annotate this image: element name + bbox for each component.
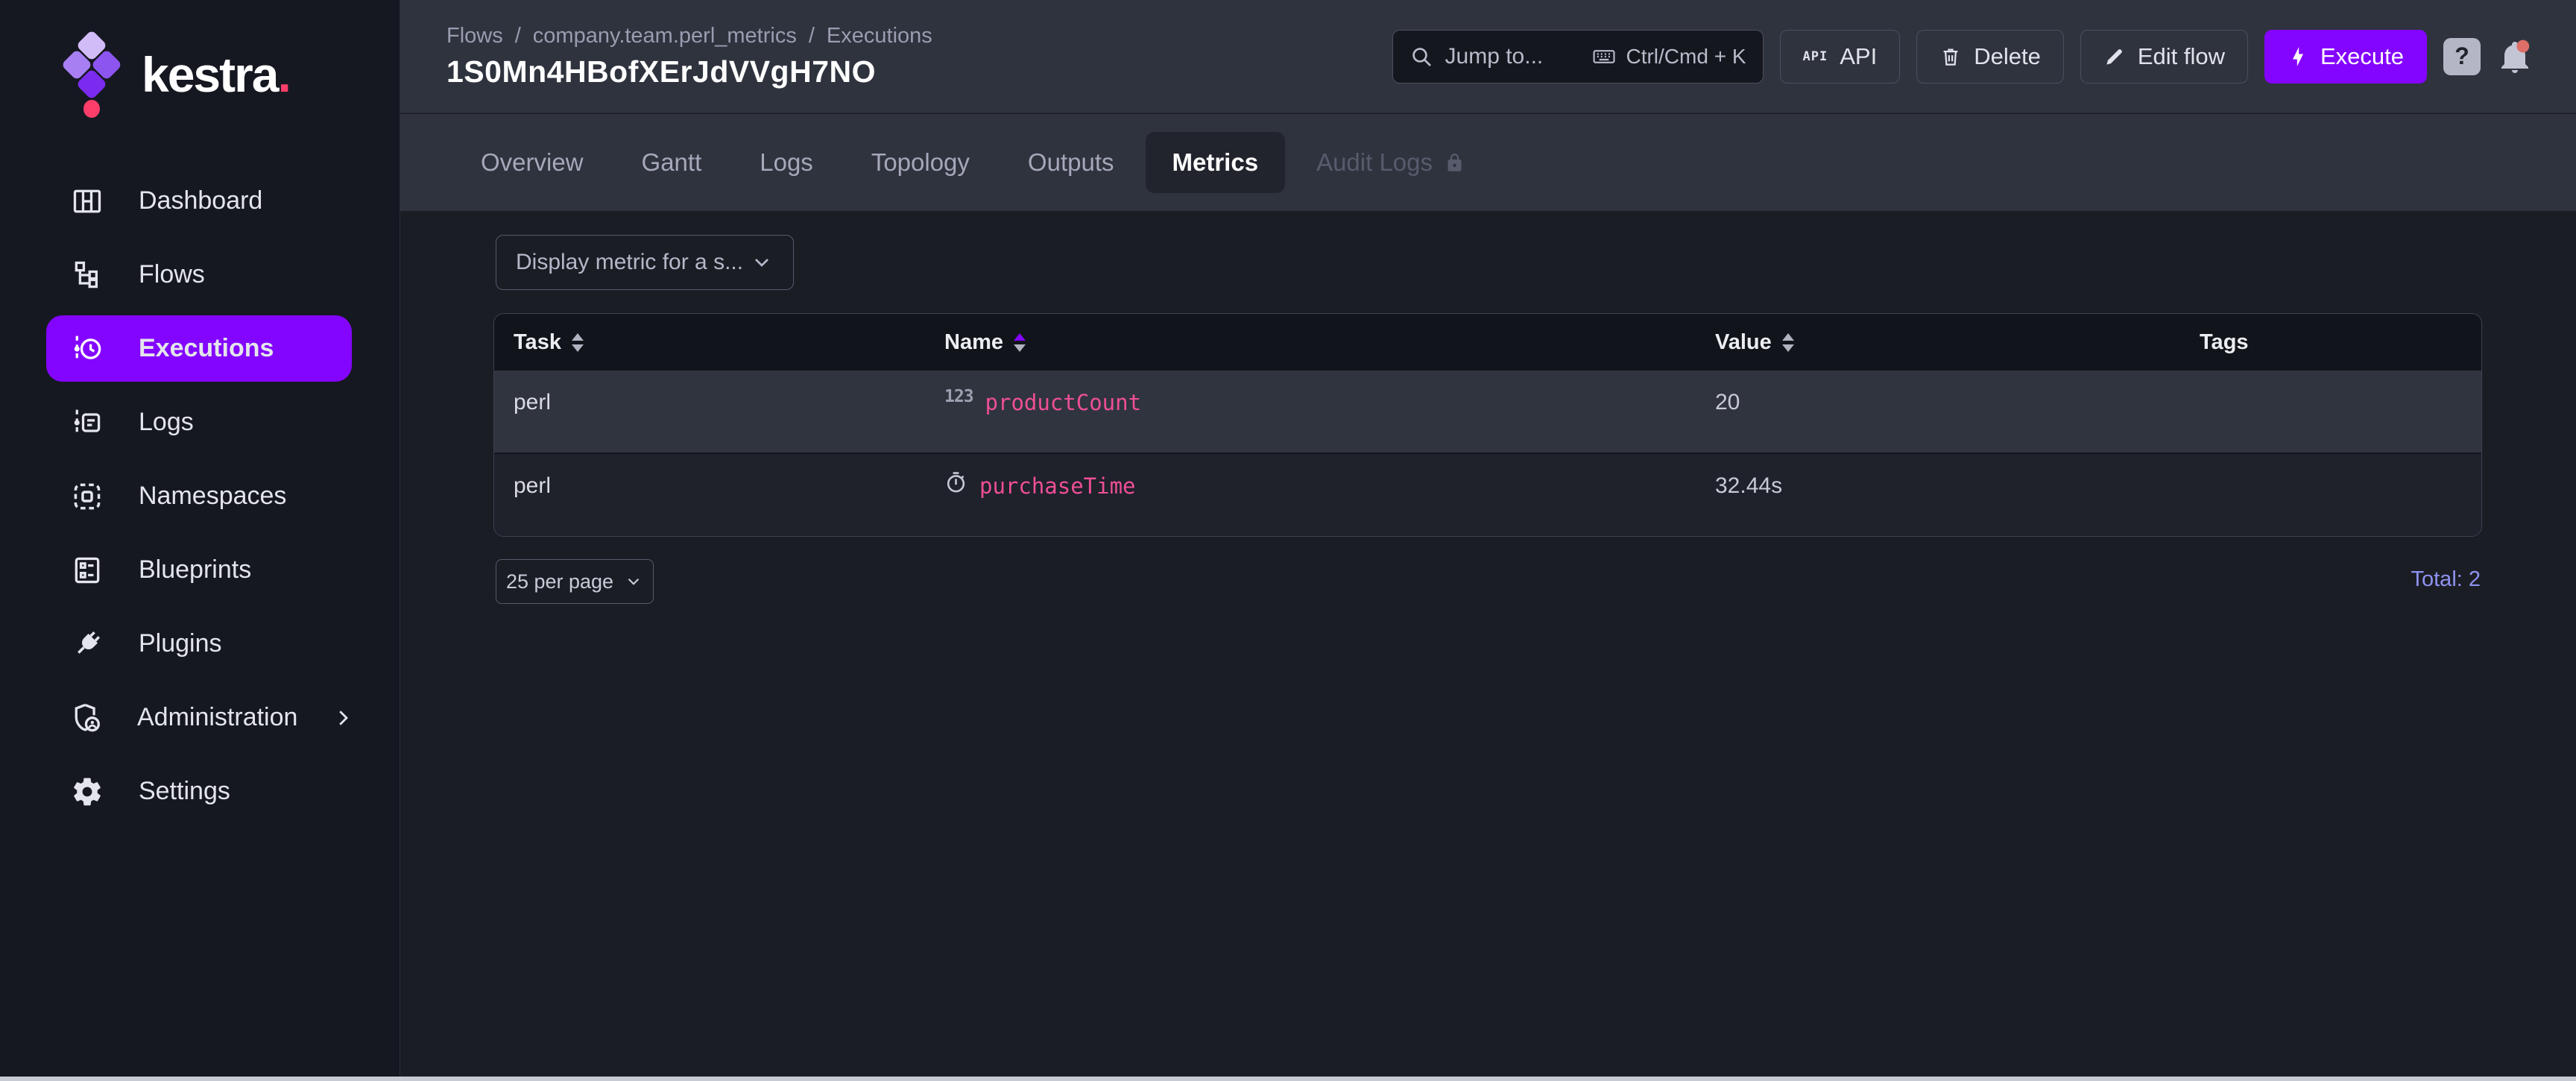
- delete-button[interactable]: Delete: [1916, 30, 2064, 83]
- sidebar-item-label: Settings: [139, 777, 230, 806]
- pencil-icon: [2103, 45, 2126, 68]
- column-header-tags: Tags: [2200, 330, 2249, 355]
- sort-value-button[interactable]: [1782, 333, 1794, 352]
- value-cell: 32.44s: [1715, 454, 2200, 536]
- execution-tabs: Overview Gantt Logs Topology Outputs Met…: [400, 114, 2576, 211]
- tab-audit-logs: Audit Logs: [1289, 132, 1491, 193]
- tab-logs[interactable]: Logs: [733, 132, 840, 193]
- metric-filter-select[interactable]: Display metric for a s...: [496, 235, 794, 290]
- jump-to-shortcut: Ctrl/Cmd + K: [1626, 45, 1746, 69]
- sidebar-item-administration[interactable]: Administration: [0, 681, 400, 754]
- administration-icon: [70, 701, 103, 735]
- topbar: Flows / company.team.perl_metrics / Exec…: [400, 0, 2576, 113]
- blueprints-icon: [70, 553, 104, 587]
- sidebar-item-logs[interactable]: Logs: [0, 385, 400, 459]
- tab-metrics[interactable]: Metrics: [1146, 132, 1286, 193]
- column-header-task: Task: [514, 330, 561, 355]
- chevron-down-icon: [750, 250, 774, 274]
- api-icon: API: [1803, 49, 1828, 64]
- sidebar-item-flows[interactable]: Flows: [0, 238, 400, 312]
- notification-dot: [2516, 40, 2529, 52]
- sidebar-item-label: Executions: [139, 334, 274, 363]
- sidebar: kestra. Dashboard Flows: [0, 0, 400, 1081]
- numeric-123-icon: 123: [944, 387, 973, 406]
- sidebar-item-executions[interactable]: Executions: [0, 312, 400, 385]
- sidebar-item-settings[interactable]: Settings: [0, 754, 400, 828]
- per-page-select[interactable]: 25 per page: [496, 559, 654, 604]
- lock-icon: [1445, 153, 1465, 173]
- column-header-value: Value: [1715, 330, 1772, 355]
- sort-name-button[interactable]: [1014, 333, 1026, 352]
- metrics-panel: Display metric for a s... Task Name Valu…: [400, 211, 2576, 1081]
- sidebar-item-blueprints[interactable]: Blueprints: [0, 533, 400, 607]
- task-cell: perl: [494, 454, 944, 536]
- total-count: Total: 2: [2411, 567, 2481, 592]
- breadcrumb: Flows / company.team.perl_metrics / Exec…: [446, 24, 932, 48]
- bell-icon: [2497, 37, 2533, 76]
- executions-icon: [70, 332, 104, 366]
- dashboard-icon: [70, 184, 104, 218]
- sidebar-item-label: Administration: [137, 703, 297, 732]
- tags-cell: [2200, 454, 2481, 536]
- timer-icon: [944, 471, 967, 494]
- metric-name[interactable]: productCount: [985, 390, 1142, 415]
- sidebar-item-plugins[interactable]: Plugins: [0, 607, 400, 681]
- tags-cell: [2200, 371, 2481, 453]
- sidebar-item-dashboard[interactable]: Dashboard: [0, 164, 400, 238]
- kestra-logo-icon: [61, 30, 122, 119]
- sidebar-item-label: Logs: [139, 408, 194, 437]
- edit-flow-button[interactable]: Edit flow: [2080, 30, 2248, 83]
- table-row[interactable]: perl purchaseTime 32.44s: [494, 454, 2481, 536]
- sort-task-button[interactable]: [572, 333, 584, 352]
- column-header-name: Name: [944, 330, 1003, 355]
- execute-button[interactable]: Execute: [2264, 30, 2427, 83]
- flash-icon: [2288, 46, 2308, 67]
- kestra-logo[interactable]: kestra.: [0, 0, 400, 119]
- jump-to-placeholder: Jump to...: [1445, 44, 1544, 69]
- sidebar-item-label: Plugins: [139, 629, 222, 658]
- task-cell: perl: [494, 371, 944, 453]
- sidebar-item-label: Blueprints: [139, 555, 251, 584]
- metric-name[interactable]: purchaseTime: [979, 473, 1136, 499]
- logs-icon: [70, 406, 104, 440]
- trash-icon: [1939, 45, 1962, 68]
- metrics-table: Task Name Value Tags perl 123 productCou…: [493, 313, 2482, 537]
- sidebar-item-label: Namespaces: [139, 482, 286, 511]
- sidebar-item-label: Dashboard: [139, 186, 262, 215]
- keyboard-icon: [1591, 44, 1617, 69]
- breadcrumb-namespace-flow[interactable]: company.team.perl_metrics: [533, 24, 797, 48]
- kestra-logo-text: kestra.: [142, 46, 290, 103]
- namespaces-icon: [70, 479, 104, 514]
- breadcrumb-executions[interactable]: Executions: [827, 24, 932, 48]
- window-edge: [0, 1077, 2576, 1081]
- chevron-down-icon: [624, 572, 643, 591]
- tab-outputs[interactable]: Outputs: [1001, 132, 1141, 193]
- table-row[interactable]: perl 123 productCount 20: [494, 371, 2481, 454]
- sidebar-item-label: Flows: [139, 260, 205, 289]
- breadcrumb-flows[interactable]: Flows: [446, 24, 503, 48]
- tab-overview[interactable]: Overview: [454, 132, 610, 193]
- search-icon: [1409, 45, 1433, 69]
- notifications-button[interactable]: [2497, 37, 2533, 76]
- chevron-right-icon: [332, 707, 354, 729]
- help-button[interactable]: ?: [2443, 38, 2481, 75]
- sidebar-item-namespaces[interactable]: Namespaces: [0, 459, 400, 533]
- sidebar-nav: Dashboard Flows Executions: [0, 164, 400, 828]
- tab-gantt[interactable]: Gantt: [615, 132, 729, 193]
- gear-icon: [70, 775, 104, 809]
- jump-to-search-input[interactable]: Jump to... Ctrl/Cmd + K: [1392, 30, 1764, 83]
- plugins-icon: [70, 627, 104, 661]
- table-header-row: Task Name Value Tags: [494, 314, 2481, 371]
- api-button[interactable]: API API: [1780, 30, 1901, 83]
- flows-icon: [70, 258, 104, 292]
- tab-topology[interactable]: Topology: [845, 132, 997, 193]
- value-cell: 20: [1715, 371, 2200, 453]
- page-title: 1S0Mn4HBofXErJdVVgH7NO: [446, 54, 932, 89]
